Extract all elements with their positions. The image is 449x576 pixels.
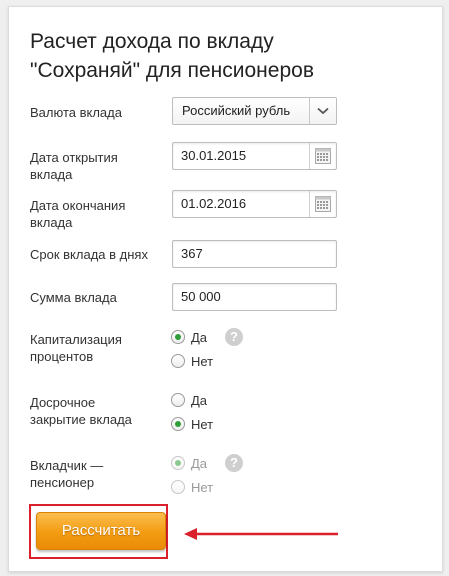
open-date-input[interactable]: 30.01.2015 <box>172 142 337 170</box>
radio-checked-icon[interactable] <box>171 417 185 431</box>
term-label: Срок вклада в днях <box>30 247 148 262</box>
chevron-down-icon[interactable] <box>309 98 336 124</box>
deposit-calculator-card: Расчет дохода по вкладу "Сохраняй" для п… <box>8 6 443 572</box>
radio-unchecked-icon <box>171 480 185 494</box>
radio-unchecked-icon[interactable] <box>171 393 185 407</box>
early-close-label-line-2: закрытие вклада <box>30 412 132 427</box>
page-title: Расчет дохода по вкладу "Сохраняй" для п… <box>30 27 430 85</box>
close-date-value: 01.02.2016 <box>181 196 247 211</box>
early-close-yes-label[interactable]: Да <box>191 392 207 410</box>
title-line-2: "Сохраняй" для пенсионеров <box>30 59 314 82</box>
amount-input[interactable]: 50 000 <box>172 283 337 311</box>
close-date-label-line-2: вклада <box>30 215 73 230</box>
open-date-label: Дата открытия вклада <box>30 149 170 183</box>
pensioner-label-line-1: Вкладчик — <box>30 458 104 473</box>
close-date-label: Дата окончания вклада <box>30 197 170 231</box>
early-close-label: Досрочное закрытие вклада <box>30 394 170 428</box>
calendar-icon[interactable] <box>309 191 336 217</box>
calculate-button[interactable]: Рассчитать <box>36 512 166 550</box>
pensioner-label-line-2: пенсионер <box>30 475 95 490</box>
radio-checked-icon <box>171 456 185 470</box>
open-date-value: 30.01.2015 <box>181 148 247 163</box>
capitalization-label-line-2: процентов <box>30 349 94 364</box>
currency-label: Валюта вклада <box>30 105 122 120</box>
early-close-no-label[interactable]: Нет <box>191 416 213 434</box>
arrow-left-icon <box>184 528 338 540</box>
pensioner-yes-label: Да <box>191 456 208 471</box>
capitalization-no-label[interactable]: Нет <box>191 353 213 371</box>
pensioner-no-label: Нет <box>191 480 214 495</box>
help-icon[interactable]: ? <box>225 454 243 472</box>
capitalization-label: Капитализация процентов <box>30 331 170 365</box>
radio-checked-icon[interactable] <box>171 330 185 344</box>
open-date-label-line-2: вклада <box>30 167 73 182</box>
title-line-1: Расчет дохода по вкладу <box>30 30 274 53</box>
capitalization-yes-label[interactable]: Да <box>191 329 207 347</box>
term-input[interactable]: 367 <box>172 240 337 268</box>
close-date-input[interactable]: 01.02.2016 <box>172 190 337 218</box>
currency-select[interactable]: Российский рубль <box>172 97 337 125</box>
help-icon[interactable]: ? <box>225 328 243 346</box>
capitalization-label-line-1: Капитализация <box>30 332 122 347</box>
pensioner-label: Вкладчик — пенсионер <box>30 457 170 491</box>
currency-select-value: Российский рубль <box>182 103 291 118</box>
close-date-label-line-1: Дата окончания <box>30 198 126 213</box>
calendar-icon[interactable] <box>309 143 336 169</box>
open-date-label-line-1: Дата открытия <box>30 150 118 165</box>
early-close-label-line-1: Досрочное <box>30 395 96 410</box>
radio-unchecked-icon[interactable] <box>171 354 185 368</box>
amount-label: Сумма вклада <box>30 290 117 305</box>
